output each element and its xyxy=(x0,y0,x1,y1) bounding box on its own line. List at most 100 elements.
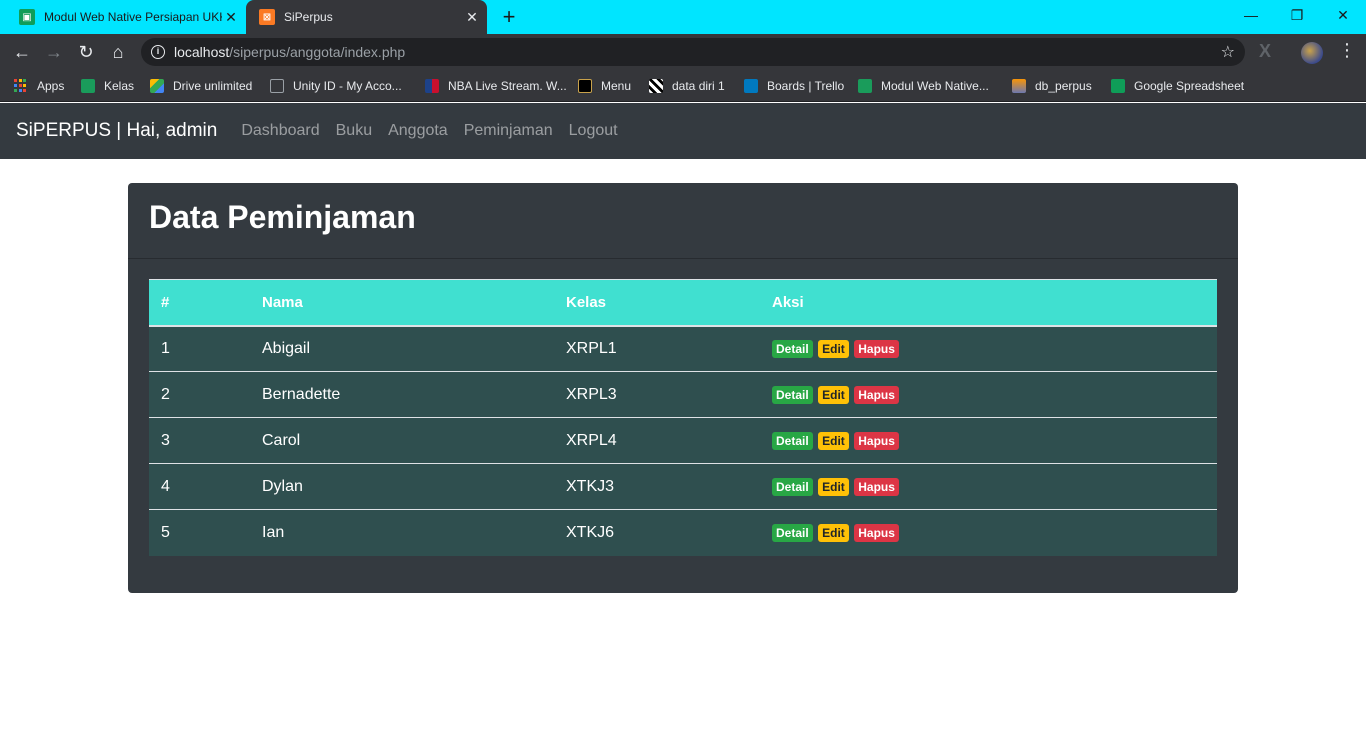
row-number: 5 xyxy=(149,509,250,556)
detail-button[interactable]: Detail xyxy=(772,339,813,358)
edit-button[interactable]: Edit xyxy=(818,431,849,450)
row-number: 3 xyxy=(149,417,250,464)
tab-title: SiPerpus xyxy=(284,10,333,24)
browser-tab-strip: ▣ Modul Web Native Persiapan UKK ✕ ⊠ SiP… xyxy=(0,0,1366,34)
trello-icon xyxy=(744,79,758,93)
tab-modul-web[interactable]: ▣ Modul Web Native Persiapan UKK ✕ xyxy=(0,0,246,34)
bookmark-spreadsheet[interactable]: Google Spreadsheet xyxy=(1111,77,1244,95)
bookmarks-bar: Apps Kelas Drive unlimited Unity ID - My… xyxy=(0,70,1366,102)
edit-button[interactable]: Edit xyxy=(818,385,849,404)
detail-button[interactable]: Detail xyxy=(772,431,813,450)
edit-button[interactable]: Edit xyxy=(818,523,849,542)
bookmark-nba[interactable]: NBA Live Stream. W... xyxy=(425,77,567,95)
table-row: 1 Abigail XRPL1 Detail Edit Hapus xyxy=(149,325,1217,372)
more-menu-icon[interactable]: ⋮ xyxy=(1338,40,1356,61)
table-header-row: # Nama Kelas Aksi xyxy=(149,279,1217,327)
detail-button[interactable]: Detail xyxy=(772,477,813,496)
row-kelas: XRPL4 xyxy=(554,417,760,464)
address-bar[interactable]: i localhost/siperpus/anggota/index.php ☆ xyxy=(141,38,1245,66)
detail-button[interactable]: Detail xyxy=(772,523,813,542)
classroom-icon xyxy=(81,79,95,93)
google-classroom-icon: ▣ xyxy=(19,9,35,25)
table-row: 5 Ian XTKJ6 Detail Edit Hapus xyxy=(149,509,1217,556)
edit-button[interactable]: Edit xyxy=(818,339,849,358)
column-header: Kelas xyxy=(554,279,760,327)
forward-icon[interactable]: → xyxy=(42,40,66,64)
nav-buku[interactable]: Buku xyxy=(336,122,372,140)
card-header: Data Peminjaman xyxy=(128,183,1238,259)
bookmark-unity[interactable]: Unity ID - My Acco... xyxy=(270,77,402,95)
row-nama: Dylan xyxy=(250,463,554,510)
column-header: Aksi xyxy=(760,279,1217,327)
bookmark-apps[interactable]: Apps xyxy=(14,77,64,95)
bookmark-db-perpus[interactable]: db_perpus xyxy=(1012,77,1092,95)
close-icon[interactable]: ✕ xyxy=(222,8,240,26)
hapus-button[interactable]: Hapus xyxy=(854,431,899,450)
bookmark-star-icon[interactable]: ☆ xyxy=(1221,42,1235,62)
home-icon[interactable]: ⌂ xyxy=(106,40,130,64)
back-icon[interactable]: ← xyxy=(10,40,34,64)
new-tab-button[interactable]: + xyxy=(498,6,520,28)
row-actions: Detail Edit Hapus xyxy=(760,509,1217,556)
drive-icon xyxy=(150,79,164,93)
minimize-icon[interactable]: — xyxy=(1228,0,1274,30)
xampp-icon: ⊠ xyxy=(259,9,275,25)
data-card: Data Peminjaman # Nama Kelas Aksi 1 Abig… xyxy=(128,183,1238,593)
bookmark-modul-web[interactable]: Modul Web Native... xyxy=(858,77,989,95)
pma-icon xyxy=(1012,79,1026,93)
row-nama: Bernadette xyxy=(250,371,554,418)
hapus-button[interactable]: Hapus xyxy=(854,339,899,358)
row-actions: Detail Edit Hapus xyxy=(760,463,1217,510)
hapus-button[interactable]: Hapus xyxy=(854,477,899,496)
row-nama: Abigail xyxy=(250,325,554,372)
table-row: 4 Dylan XTKJ3 Detail Edit Hapus xyxy=(149,463,1217,510)
row-kelas: XRPL3 xyxy=(554,371,760,418)
nav-dashboard[interactable]: Dashboard xyxy=(241,122,319,140)
nav-logout[interactable]: Logout xyxy=(569,122,618,140)
table-row: 2 Bernadette XRPL3 Detail Edit Hapus xyxy=(149,371,1217,418)
profile-avatar[interactable] xyxy=(1301,42,1323,64)
table-row: 3 Carol XRPL4 Detail Edit Hapus xyxy=(149,417,1217,464)
apps-grid-icon xyxy=(14,79,28,93)
row-actions: Detail Edit Hapus xyxy=(760,417,1217,464)
bookmark-menu[interactable]: Menu xyxy=(578,77,631,95)
edit-button[interactable]: Edit xyxy=(818,477,849,496)
data-icon xyxy=(649,79,663,93)
restore-icon[interactable]: ❐ xyxy=(1274,0,1320,30)
nba-icon xyxy=(425,79,439,93)
row-number: 2 xyxy=(149,371,250,418)
row-actions: Detail Edit Hapus xyxy=(760,325,1217,372)
bookmark-trello[interactable]: Boards | Trello xyxy=(744,77,844,95)
hapus-button[interactable]: Hapus xyxy=(854,385,899,404)
tab-title: Modul Web Native Persiapan UKK xyxy=(44,10,222,24)
app-navbar: SiPERPUS | Hai, admin Dashboard Buku Ang… xyxy=(0,103,1366,159)
page-title: Data Peminjaman xyxy=(149,199,416,235)
column-header: Nama xyxy=(250,279,554,327)
nav-peminjaman[interactable]: Peminjaman xyxy=(464,122,553,140)
tab-siperpus[interactable]: ⊠ SiPerpus ✕ xyxy=(246,0,487,34)
row-nama: Carol xyxy=(250,417,554,464)
bookmark-data-diri[interactable]: data diri 1 xyxy=(649,77,725,95)
row-number: 4 xyxy=(149,463,250,510)
url-text[interactable]: localhost/siperpus/anggota/index.php xyxy=(174,44,405,60)
detail-button[interactable]: Detail xyxy=(772,385,813,404)
close-icon[interactable]: ✕ xyxy=(463,8,481,26)
row-kelas: XRPL1 xyxy=(554,325,760,372)
sheets-icon xyxy=(1111,79,1125,93)
row-kelas: XTKJ6 xyxy=(554,509,760,556)
row-actions: Detail Edit Hapus xyxy=(760,371,1217,418)
bookmark-kelas[interactable]: Kelas xyxy=(81,77,134,95)
nav-anggota[interactable]: Anggota xyxy=(388,122,448,140)
window-close-icon[interactable]: ✕ xyxy=(1320,0,1366,30)
unity-icon xyxy=(270,79,284,93)
browser-toolbar: ← → ↻ ⌂ i localhost/siperpus/anggota/ind… xyxy=(0,34,1366,70)
navbar-brand[interactable]: SiPERPUS | Hai, admin xyxy=(16,120,217,142)
extension-icon[interactable]: X xyxy=(1259,41,1271,62)
hapus-button[interactable]: Hapus xyxy=(854,523,899,542)
data-table: # Nama Kelas Aksi 1 Abigail XRPL1 Detail… xyxy=(149,279,1217,556)
site-info-icon[interactable]: i xyxy=(151,45,165,59)
bookmark-drive[interactable]: Drive unlimited xyxy=(150,77,252,95)
classroom-icon xyxy=(858,79,872,93)
row-number: 1 xyxy=(149,325,250,372)
reload-icon[interactable]: ↻ xyxy=(74,40,98,64)
